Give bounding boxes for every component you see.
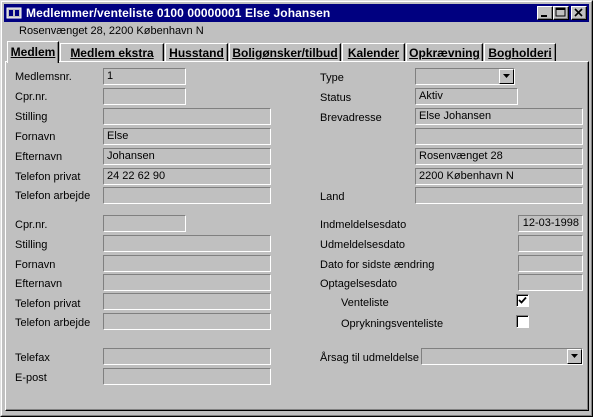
tab-bogholderi-label: Bogholderi [488, 46, 552, 60]
close-icon [574, 8, 583, 17]
cpr-label: Cpr.nr. [15, 91, 48, 103]
partner-cpr-field[interactable] [103, 215, 186, 232]
efternavn-field[interactable]: Johansen [103, 148, 271, 165]
brevadresse-label: Brevadresse [320, 112, 382, 124]
epost-field[interactable] [103, 368, 271, 385]
status-label: Status [320, 92, 352, 104]
dato-sidste-aendring-label: Dato for sidste ændring [320, 259, 435, 271]
type-dropdown[interactable] [415, 68, 515, 85]
telefax-field[interactable] [103, 348, 271, 365]
minimize-button[interactable] [537, 6, 553, 20]
tab-opkraevning[interactable]: Opkrævning [406, 43, 483, 62]
stilling-label: Stilling [15, 111, 48, 123]
address-line-3-field[interactable]: Rosenvænget 28 [415, 148, 583, 165]
maximize-icon [555, 7, 566, 17]
venteliste-checkbox[interactable] [516, 294, 529, 307]
tab-husstand[interactable]: Husstand [165, 43, 228, 62]
checkmark-icon [518, 296, 527, 304]
epost-label: E-post [15, 372, 47, 384]
udmeldelsesdato-label: Udmeldelsesdato [320, 239, 405, 251]
type-dropdown-button[interactable] [499, 69, 514, 84]
status-field: Aktiv [415, 88, 518, 105]
type-label: Type [320, 72, 344, 84]
partner-cpr-label: Cpr.nr. [15, 219, 48, 231]
partner-efternavn-label: Efternavn [15, 278, 63, 290]
telefon-arbejde-label: Telefon arbejde [15, 190, 91, 202]
udmeldelsesdato-field[interactable] [518, 235, 583, 252]
address-line-2-field[interactable] [415, 128, 583, 145]
medlemsnr-field[interactable]: 1 [103, 68, 186, 85]
close-button[interactable] [571, 6, 587, 20]
partner-fornavn-label: Fornavn [15, 259, 56, 271]
telefax-label: Telefax [15, 352, 50, 364]
tab-kalender[interactable]: Kalender [342, 43, 405, 62]
efternavn-label: Efternavn [15, 151, 63, 163]
title-bar[interactable]: Medlemmer/venteliste 0100 00000001 Else … [4, 4, 589, 22]
telefon-arbejde-field[interactable] [103, 187, 271, 204]
window-title: Medlemmer/venteliste 0100 00000001 Else … [26, 6, 331, 20]
main-window: Medlemmer/venteliste 0100 00000001 Else … [0, 0, 593, 417]
minimize-icon [541, 15, 547, 17]
tab-medlem-ekstra[interactable]: Medlem ekstra [60, 43, 164, 62]
tab-husstand-label: Husstand [169, 46, 224, 60]
venteliste-label: Venteliste [341, 297, 389, 309]
stilling-field[interactable] [103, 108, 271, 125]
app-icon [6, 7, 22, 19]
chevron-down-icon [503, 74, 510, 78]
oprykningsventeliste-label: Oprykningsventeliste [341, 318, 444, 330]
partner-telefon-privat-label: Telefon privat [15, 298, 81, 310]
optagelsesdato-label: Optagelsesdato [320, 278, 398, 290]
aarsag-dropdown-button[interactable] [567, 349, 582, 364]
optagelsesdato-field[interactable] [518, 274, 583, 291]
tab-bar: Medlem Medlem ekstra Husstand Boligønske… [7, 41, 587, 63]
indmeldelsesdato-field[interactable]: 12-03-1998 [518, 215, 583, 232]
dato-sidste-aendring-field[interactable] [518, 255, 583, 272]
tab-opkraevning-label: Opkrævning [409, 46, 480, 60]
tab-medlem-label: Medlem [10, 45, 56, 59]
indmeldelsesdato-label: Indmeldelsesdato [320, 219, 407, 231]
medlemsnr-label: Medlemsnr. [15, 71, 72, 83]
partner-telefon-privat-field[interactable] [103, 293, 271, 310]
oprykningsventeliste-checkbox[interactable] [516, 315, 529, 328]
land-label: Land [320, 191, 345, 203]
cpr-field[interactable] [103, 88, 186, 105]
tab-bogholderi[interactable]: Bogholderi [484, 43, 556, 62]
tab-boligoensker-label: Boligønsker/tilbud [232, 46, 338, 60]
tab-medlem[interactable]: Medlem [7, 41, 59, 63]
fornavn-field[interactable]: Else [103, 128, 271, 145]
aarsag-udmeldelse-label: Årsag til udmeldelse [320, 352, 420, 364]
tab-boligoensker[interactable]: Boligønsker/tilbud [229, 43, 341, 62]
partner-telefon-arbejde-field[interactable] [103, 313, 271, 330]
address-line-4-field[interactable]: 2200 København N [415, 168, 583, 185]
telefon-privat-label: Telefon privat [15, 171, 81, 183]
fornavn-label: Fornavn [15, 131, 56, 143]
aarsag-udmeldelse-dropdown[interactable] [421, 348, 583, 365]
chevron-down-icon [571, 354, 578, 358]
partner-fornavn-field[interactable] [103, 255, 271, 272]
partner-telefon-arbejde-label: Telefon arbejde [15, 317, 91, 329]
maximize-button[interactable] [553, 6, 569, 20]
member-address-subtitle: Rosenvænget 28, 2200 København N [19, 25, 204, 37]
telefon-privat-field[interactable]: 24 22 62 90 [103, 168, 271, 185]
partner-efternavn-field[interactable] [103, 274, 271, 291]
address-line-1-field[interactable]: Else Johansen [415, 108, 583, 125]
tab-kalender-label: Kalender [347, 46, 400, 60]
land-field[interactable] [415, 187, 583, 204]
partner-stilling-field[interactable] [103, 235, 271, 252]
tab-medlem-ekstra-label: Medlem ekstra [70, 46, 154, 60]
partner-stilling-label: Stilling [15, 239, 48, 251]
